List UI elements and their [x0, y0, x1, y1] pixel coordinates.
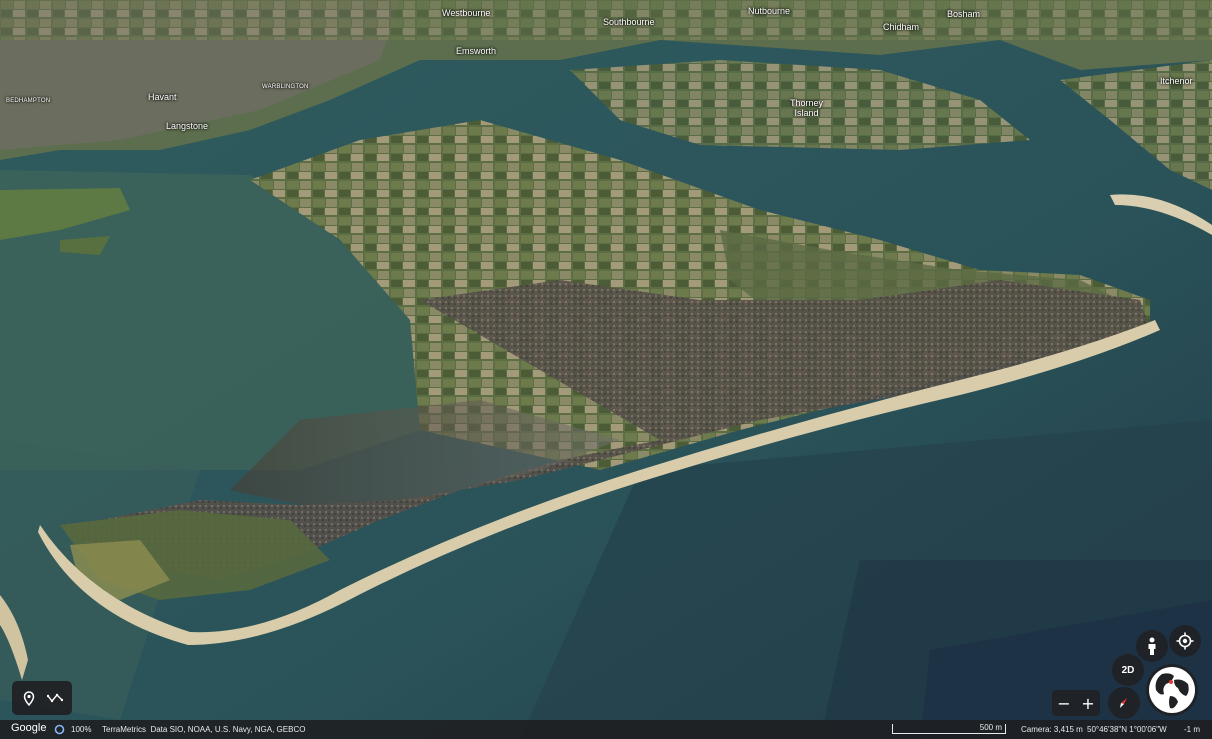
- add-placemark-button[interactable]: [17, 686, 41, 710]
- place-label-bosham[interactable]: Bosham: [947, 9, 980, 19]
- place-label-bedhampton[interactable]: BEDHAMPTON: [6, 96, 50, 106]
- place-label-nutbourne[interactable]: Nutbourne: [748, 6, 790, 16]
- globe-button[interactable]: [1146, 664, 1198, 716]
- google-logo: Google: [11, 722, 47, 734]
- loading-progress-text: 100%: [71, 725, 92, 734]
- measure-distance-button[interactable]: [43, 686, 67, 710]
- zoom-in-button[interactable]: +: [1076, 690, 1100, 716]
- place-label-southbourne[interactable]: Southbourne: [603, 17, 655, 27]
- loading-progress-icon: [54, 724, 65, 735]
- place-pin-icon: [23, 690, 35, 706]
- satellite-map-view[interactable]: [0, 0, 1212, 739]
- place-label-itchenor[interactable]: Itchenor: [1160, 76, 1193, 86]
- status-bar: Google 100% TerraMetrics Data SIO, NOAA,…: [0, 720, 1212, 739]
- toggle-2d-label: 2D: [1121, 664, 1135, 676]
- place-label-emsworth[interactable]: Emsworth: [456, 46, 496, 56]
- globe-icon: [1149, 667, 1195, 713]
- scale-bar: 500 m: [892, 723, 1006, 734]
- pegman-button[interactable]: [1136, 630, 1168, 662]
- pegman-icon: [1148, 637, 1156, 655]
- place-label-thorney-island[interactable]: Thorney Island: [790, 98, 823, 118]
- compass-icon: [1120, 698, 1127, 708]
- place-label-warblington[interactable]: WARBLINGTON: [262, 82, 309, 92]
- zoom-out-button[interactable]: −: [1052, 690, 1076, 716]
- cursor-coordinates: 50°46'38"N 1°00'06"W: [1087, 725, 1167, 734]
- my-location-button[interactable]: [1169, 625, 1201, 657]
- zoom-controls: − +: [1052, 690, 1100, 716]
- cursor-elevation: -1 m: [1184, 725, 1200, 734]
- compass-button[interactable]: [1108, 687, 1140, 719]
- place-label-westbourne[interactable]: Westbourne: [442, 8, 490, 18]
- measure-icon: [47, 693, 63, 703]
- place-label-chidham[interactable]: Chidham: [883, 22, 919, 32]
- toggle-2d-button[interactable]: 2D: [1112, 654, 1144, 686]
- place-label-havant[interactable]: Havant: [148, 92, 177, 102]
- map-tools-panel: [12, 681, 72, 715]
- my-location-icon: [1176, 632, 1194, 650]
- camera-altitude: Camera: 3,415 m: [1021, 725, 1083, 734]
- scale-bar-label: 500 m: [979, 723, 1002, 732]
- place-label-langstone[interactable]: Langstone: [166, 121, 208, 131]
- imagery-attribution[interactable]: TerraMetrics Data SIO, NOAA, U.S. Navy, …: [102, 725, 305, 735]
